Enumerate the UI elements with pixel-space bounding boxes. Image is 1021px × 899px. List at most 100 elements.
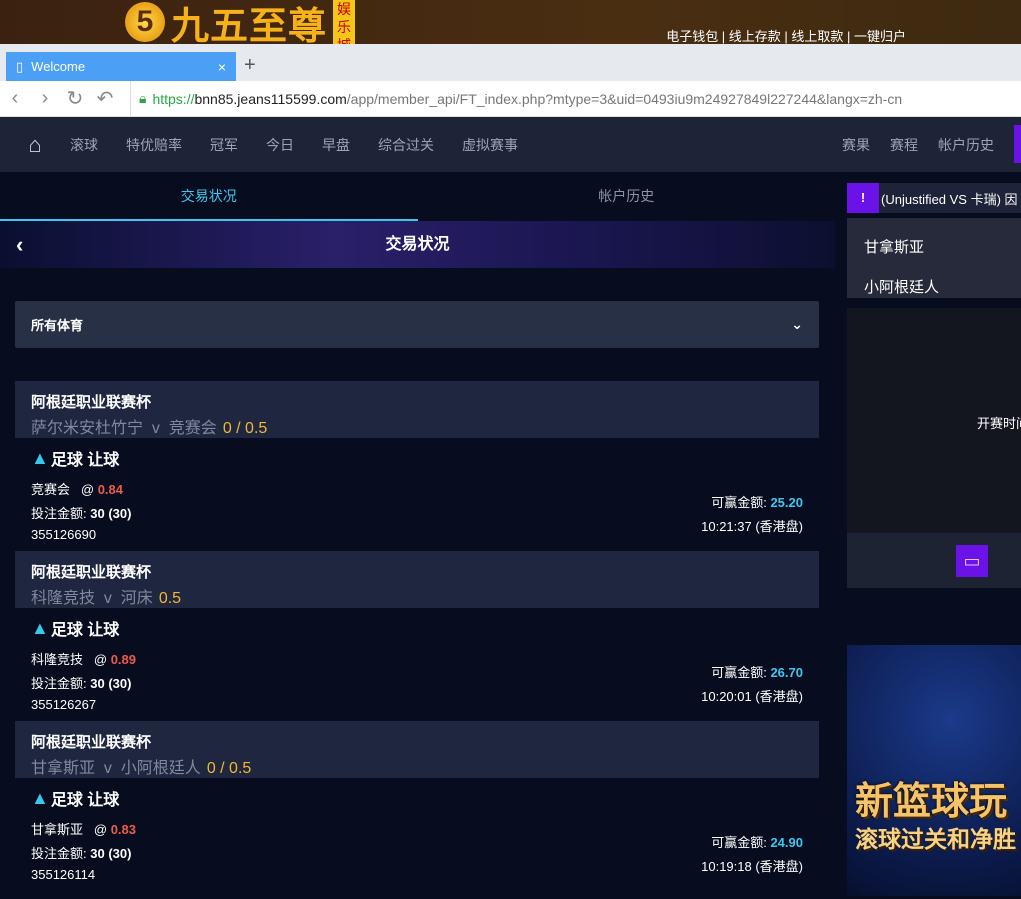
win-amount: 24.90 (770, 835, 803, 850)
away-team: 小阿根廷人 (120, 760, 201, 777)
league-name: 阿根廷职业联赛杯 (31, 394, 152, 411)
bet-label: 投注金额: (31, 506, 87, 521)
nav-parlay[interactable]: 综合过关 (378, 135, 434, 155)
vs-label: v (103, 590, 112, 607)
bet-match-header: 阿根廷职业联赛杯 甘拿斯亚 v 小阿根廷人 0 / 0.5 (15, 721, 819, 778)
home-team: 甘拿斯亚 (31, 760, 96, 777)
sport-filter-select[interactable]: 所有体育 ⌄ (15, 301, 819, 348)
bet-match-header: 阿根廷职业联赛杯 萨尔米安杜竹宁 v 竞赛会 0 / 0.5 (15, 381, 819, 438)
odds: 0.89 (110, 652, 136, 667)
browser-tab[interactable]: ▯ Welcome × (6, 52, 236, 81)
reload-icon[interactable]: ↻ (60, 86, 90, 111)
nav-outright[interactable]: 冠军 (210, 135, 238, 155)
site-links[interactable]: 电子钱包 | 线上存款 | 线上取款 | 一键归户 (666, 26, 906, 45)
league-name: 阿根廷职业联赛杯 (31, 734, 152, 751)
tab-account-history[interactable]: 帐户历史 (418, 172, 836, 221)
stake: 30 (30) (90, 506, 132, 521)
warning-icon: ▲ (31, 617, 49, 638)
warning-icon: ▲ (31, 447, 49, 468)
bet-pick: 甘拿斯亚 (31, 822, 84, 837)
bet-pick: 竞赛会 (31, 482, 71, 497)
bet-type: 足球 让球 (50, 792, 120, 809)
nav-early[interactable]: 早盘 (322, 135, 350, 155)
win-amount: 26.70 (770, 665, 803, 680)
nav-purple-button[interactable] (1014, 125, 1021, 163)
bet-card: 阿根廷职业联赛杯 甘拿斯亚 v 小阿根廷人 0 / 0.5 ▲ 足球 让球 甘拿斯亚… (15, 721, 819, 891)
bet-time: 10:19:18 (香港盘) (701, 859, 803, 874)
logo-tag: 娱乐城 (333, 0, 356, 53)
browser-tab-strip: ▯ Welcome × + (0, 44, 1021, 81)
handicap: 0 / 0.5 (206, 760, 252, 777)
tv-icon[interactable]: ▭ (956, 545, 988, 577)
logo-coin: 5 (125, 2, 165, 42)
bet-id: 355126690 (31, 527, 97, 542)
address-bar: ‹ › ↻ ↶ 🔒︎ https://bnn85.jeans115599.com… (0, 80, 1021, 117)
bet-details: ▲ 足球 让球 科隆竞技 @ 0.89 投注金额: 30 (30) 3551262… (15, 608, 819, 729)
team-home: 甘拿斯亚 (864, 239, 925, 256)
vs-label: v (151, 420, 160, 437)
url-input[interactable]: https://bnn85.jeans115599.com/app/member… (152, 91, 992, 107)
vs-label: v (103, 760, 112, 777)
nav-schedule[interactable]: 赛程 (890, 135, 918, 155)
bet-label: 可赢金额: (711, 665, 767, 680)
live-teams: 甘拿斯亚 小阿根廷人 (847, 218, 1021, 298)
nav-today[interactable]: 今日 (266, 135, 294, 155)
nav-results[interactable]: 赛果 (842, 135, 870, 155)
bet-match-header: 阿根廷职业联赛杯 科隆竞技 v 河床 0.5 (15, 551, 819, 608)
undo-icon[interactable]: ↶ (90, 86, 120, 111)
match-line: 萨尔米安杜竹宁 v 竞赛会 0 / 0.5 (31, 414, 803, 438)
nav-virtual[interactable]: 虚拟赛事 (462, 135, 518, 155)
nav-best-odds[interactable]: 特优赔率 (126, 135, 182, 155)
bet-label: @ (80, 482, 95, 497)
logo-text: 九五至尊 (171, 5, 328, 48)
nav-inplay[interactable]: 滚球 (70, 135, 98, 155)
warning-icon: ▲ (31, 787, 49, 808)
match-line: 科隆竞技 v 河床 0.5 (31, 584, 803, 608)
bet-card: 阿根廷职业联赛杯 科隆竞技 v 河床 0.5 ▲ 足球 让球 科隆竞技 @ 0.89… (15, 551, 819, 721)
home-team: 科隆竞技 (31, 590, 96, 607)
handicap: 0.5 (158, 590, 182, 607)
chevron-down-icon: ⌄ (791, 316, 803, 332)
home-icon[interactable]: ⌂ (0, 132, 70, 158)
handicap: 0 / 0.5 (222, 420, 268, 437)
bet-card: 阿根廷职业联赛杯 萨尔米安杜竹宁 v 竞赛会 0 / 0.5 ▲ 足球 让球 竞赛会… (15, 381, 819, 551)
away-team: 竞赛会 (168, 420, 217, 437)
promo-subtitle: 滚球过关和净胜 (855, 826, 1016, 852)
bet-time: 10:20:01 (香港盘) (701, 689, 803, 704)
video-controls: ▭ (847, 533, 1021, 588)
close-tab-button[interactable]: × (218, 59, 226, 75)
tab-title: Welcome (31, 59, 86, 74)
bet-label: @ (93, 822, 108, 837)
forward-icon[interactable]: › (30, 87, 60, 110)
sport-filter-value: 所有体育 (31, 318, 84, 333)
new-tab-button[interactable]: + (244, 54, 256, 77)
bet-details: ▲ 足球 让球 竞赛会 @ 0.84 投注金额: 30 (30) 35512669… (15, 438, 819, 559)
bet-label: 可赢金额: (711, 835, 767, 850)
league-name: 阿根廷职业联赛杯 (31, 564, 152, 581)
tab-transactions[interactable]: 交易状况 (0, 172, 418, 221)
bet-type: 足球 让球 (50, 452, 120, 469)
bet-id: 355126114 (31, 867, 96, 882)
video-status: 开赛时间 (977, 416, 1021, 431)
odds: 0.83 (110, 822, 136, 837)
home-team: 萨尔米安杜竹宁 (31, 420, 144, 437)
away-team: 河床 (120, 590, 153, 607)
page-icon: ▯ (16, 58, 24, 74)
bet-type: 足球 让球 (50, 622, 120, 639)
back-arrow-icon[interactable]: ‹ (16, 221, 23, 268)
right-panel: ! (Unjustified VS 卡瑞) 因 甘拿斯亚 小阿根廷人 开赛时间 … (847, 172, 1021, 896)
notice-text: (Unjustified VS 卡瑞) 因 (881, 191, 1018, 207)
bet-details: ▲ 足球 让球 甘拿斯亚 @ 0.83 投注金额: 30 (30) 3551261… (15, 778, 819, 899)
content-tabs: 交易状况 帐户历史 (0, 172, 835, 221)
bet-label: 投注金额: (31, 846, 87, 861)
notice-icon: ! (847, 183, 879, 213)
bet-label: @ (93, 652, 108, 667)
page-header: ‹ 交易状况 (0, 221, 835, 268)
promo-banner[interactable]: 新篮球玩 滚球过关和净胜 (847, 645, 1021, 896)
back-icon[interactable]: ‹ (0, 87, 30, 110)
site-logo[interactable]: 5 九五至尊 娱乐城 (125, 0, 356, 53)
stake: 30 (30) (90, 676, 132, 691)
match-line: 甘拿斯亚 v 小阿根廷人 0 / 0.5 (31, 754, 803, 778)
notice-bar[interactable]: ! (Unjustified VS 卡瑞) 因 (847, 183, 1021, 213)
nav-account-history[interactable]: 帐户历史 (938, 135, 994, 155)
